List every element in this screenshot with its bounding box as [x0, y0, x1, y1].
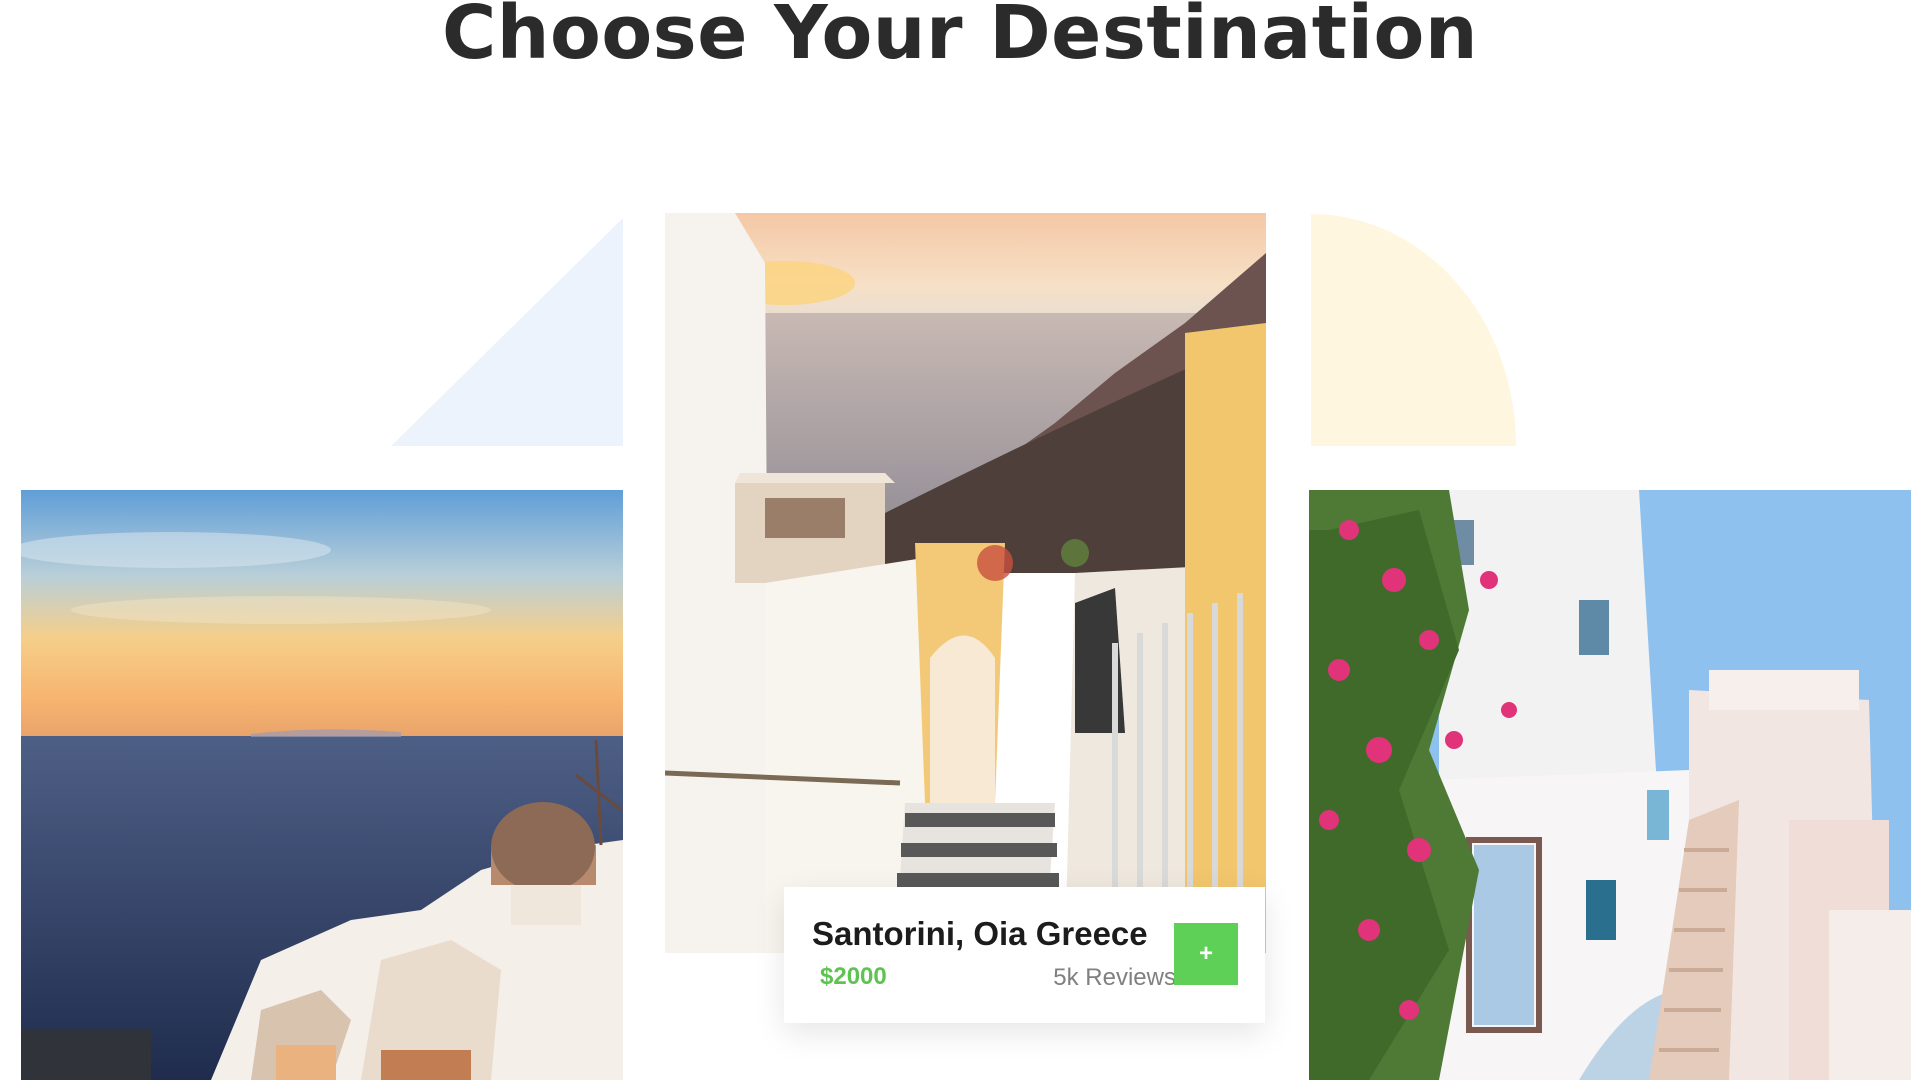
destination-reviews: 5k Reviews: [1053, 964, 1176, 991]
add-destination-button[interactable]: +: [1174, 923, 1238, 985]
destination-photo-white-houses[interactable]: [1309, 490, 1911, 1080]
destination-photo-sunset[interactable]: [21, 490, 623, 1080]
destination-photo-stairway[interactable]: [665, 213, 1266, 953]
destination-card: Santorini, Oia Greece $2000 5k Reviews +: [784, 887, 1265, 1023]
section-title: Choose Your Destination: [441, 0, 1478, 76]
plus-icon: +: [1198, 940, 1213, 967]
decorative-quarter-circle: [1311, 214, 1516, 446]
decorative-triangle: [391, 218, 623, 446]
destination-price: $2000: [820, 963, 887, 990]
destination-name: Santorini, Oia Greece: [812, 915, 1148, 952]
